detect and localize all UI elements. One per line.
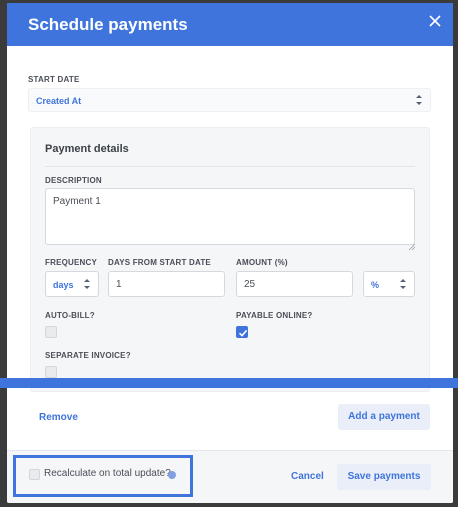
description-label: DESCRIPTION <box>45 176 102 185</box>
frequency-select[interactable]: days <box>45 271 99 297</box>
checkmark-icon <box>238 329 248 337</box>
info-icon[interactable] <box>168 471 176 479</box>
amount-unit-value: % <box>371 280 380 290</box>
payable-online-checkbox[interactable] <box>236 326 248 338</box>
close-icon[interactable] <box>425 11 445 31</box>
amount-input[interactable] <box>236 271 353 297</box>
start-date-value: Created At <box>36 96 82 106</box>
payable-online-label: PAYABLE ONLINE? <box>236 311 313 320</box>
modal-header: Schedule payments <box>7 3 453 46</box>
sort-caret-icon <box>83 277 91 291</box>
description-textarea[interactable]: Payment 1 <box>45 188 415 245</box>
save-payments-button[interactable]: Save payments <box>337 464 431 490</box>
days-from-start-input[interactable] <box>108 271 225 297</box>
frequency-value: days <box>53 280 74 290</box>
start-date-select[interactable]: Created At <box>28 88 431 112</box>
start-date-label: START DATE <box>28 75 80 84</box>
sort-caret-icon <box>399 277 407 291</box>
payment-details-panel: Payment details DESCRIPTION Payment 1 FR… <box>30 127 430 392</box>
auto-bill-label: AUTO-BILL? <box>45 311 95 320</box>
add-payment-button[interactable]: Add a payment <box>338 404 430 430</box>
payment-details-title: Payment details <box>45 143 129 155</box>
recalculate-checkbox[interactable] <box>29 469 40 480</box>
auto-bill-checkbox[interactable] <box>45 326 57 338</box>
schedule-payments-modal: Schedule payments START DATE Created At … <box>7 3 453 503</box>
days-from-start-label: DAYS FROM START DATE <box>108 258 211 267</box>
cancel-button[interactable]: Cancel <box>291 471 324 482</box>
amount-unit-select[interactable]: % <box>363 271 415 297</box>
recalculate-label: Recalculate on total update? <box>44 468 171 479</box>
separate-invoice-checkbox[interactable] <box>45 366 57 378</box>
resize-grip-icon[interactable] <box>408 237 416 251</box>
remove-button[interactable]: Remove <box>39 412 78 423</box>
sort-caret-icon <box>415 93 423 107</box>
separate-invoice-label: SEPARATE INVOICE? <box>45 351 131 360</box>
amount-label: AMOUNT (%) <box>236 258 288 267</box>
divider <box>45 166 415 167</box>
modal-title: Schedule payments <box>28 15 188 34</box>
highlight-bar <box>0 378 458 388</box>
frequency-label: FREQUENCY <box>45 258 98 267</box>
